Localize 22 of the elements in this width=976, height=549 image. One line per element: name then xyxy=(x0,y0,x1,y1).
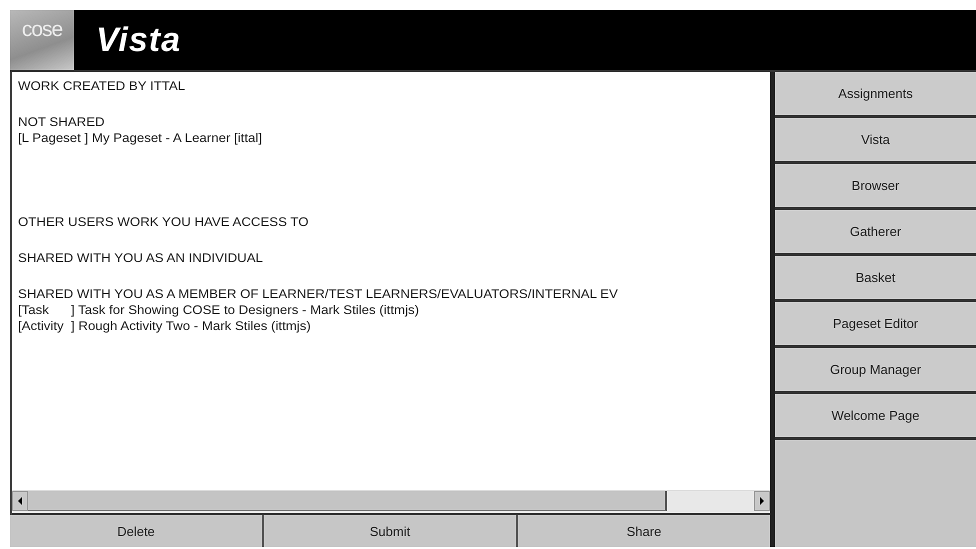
app-title: Vista xyxy=(96,20,182,60)
text-line: [L Pageset ] My Pageset - A Learner [ittal] xyxy=(18,130,262,146)
text-line: WORK CREATED BY ITTAL xyxy=(18,78,186,94)
nav-button[interactable]: Gatherer xyxy=(775,210,976,256)
text-line: SHARED WITH YOU AS A MEMBER OF LEARNER/TEST LEARNERS/EVALUATORS/INTERNAL EV xyxy=(18,286,618,302)
nav-button[interactable]: Assignments xyxy=(775,72,976,118)
text-line: SHARED WITH YOU AS AN INDIVIDUAL xyxy=(18,250,263,266)
nav-button[interactable]: Basket xyxy=(775,256,976,302)
nav-button[interactable]: Pageset Editor xyxy=(775,302,976,348)
scrollbar-thumb[interactable] xyxy=(28,491,667,511)
text-line: [Task ] Task for Showing COSE to Designers - Mark Stiles (ittmjs) xyxy=(18,302,420,318)
nav-button[interactable]: Welcome Page xyxy=(775,394,976,440)
nav-button[interactable]: Group Manager xyxy=(775,348,976,394)
text-line: NOT SHARED xyxy=(18,114,105,130)
logo: cose xyxy=(10,10,74,70)
text-line: [Activity ] Rough Activity Two - Mark Stiles (ittmjs) xyxy=(18,318,311,334)
scroll-right-icon[interactable] xyxy=(754,491,770,511)
scroll-left-icon[interactable] xyxy=(12,491,28,511)
text-line: OTHER USERS WORK YOU HAVE ACCESS TO xyxy=(18,214,309,230)
nav-button[interactable]: Browser xyxy=(775,164,976,210)
horizontal-scrollbar[interactable] xyxy=(12,490,770,515)
nav-button[interactable]: Vista xyxy=(775,118,976,164)
